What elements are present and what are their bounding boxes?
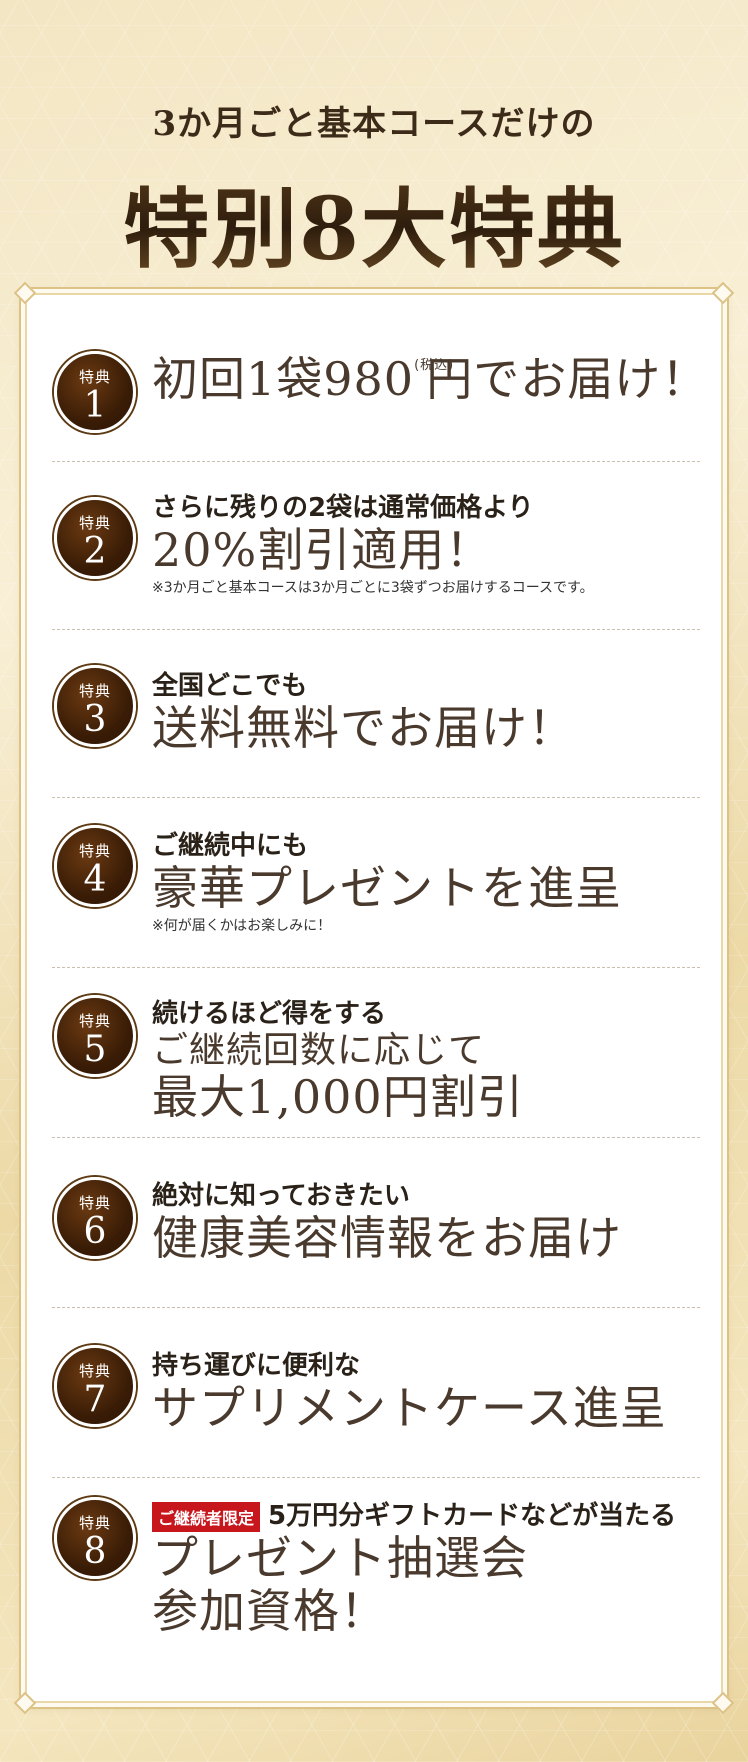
benefit-2-lead: さらに残りの2袋は通常価格より xyxy=(152,493,534,523)
benefit-badge-8: 特典 8 xyxy=(54,1497,136,1579)
benefits-panel: 特典 1 初回1袋980(税込)円でお届け！ 特典 2 さらに残りの2袋は通常価… xyxy=(13,281,735,1715)
header-subtitle: 3か月ごと基本コースだけの xyxy=(152,104,596,144)
divider xyxy=(52,1477,700,1478)
benefit-4-note: ※何が届くかはお楽しみに！ xyxy=(152,917,332,934)
divider xyxy=(52,1137,700,1138)
corner-ornament xyxy=(711,281,735,305)
benefit-8: ご継続者限定 5万円分ギフトカードなどが当たる プレゼント抽選会 参加資格！ xyxy=(152,1495,676,1638)
continuing-customer-tag: ご継続者限定 xyxy=(152,1501,261,1532)
benefit-5-text: 最大1,000円割引 xyxy=(152,1070,524,1125)
divider xyxy=(52,1307,700,1308)
benefit-2-text: 20%割引適用！ xyxy=(152,523,493,577)
benefit-3: 全国どこでも 送料無料でお届け！ xyxy=(152,665,575,755)
benefit-badge-4: 特典 4 xyxy=(54,825,136,907)
benefit-8-text2: 参加資格！ xyxy=(152,1583,387,1638)
divider xyxy=(52,797,700,798)
benefit-4-lead: ご継続中にも xyxy=(152,831,309,861)
header: 3か月ごと基本コースだけの 特別8大特典 xyxy=(0,96,748,284)
benefit-badge-2: 特典 2 xyxy=(54,497,136,579)
benefit-5: 続けるほど得をする ご継続回数に応じて 最大1,000円割引 xyxy=(152,993,524,1124)
benefit-6-text: 健康美容情報をお届け xyxy=(152,1211,622,1265)
benefit-badge-1: 特典 1 xyxy=(54,351,136,433)
corner-ornament xyxy=(711,1691,735,1715)
benefit-badge-5: 特典 5 xyxy=(54,995,136,1077)
benefit-3-lead: 全国どこでも xyxy=(152,671,308,701)
divider xyxy=(52,461,700,462)
benefit-1: 初回1袋980(税込)円でお届け！ xyxy=(152,353,708,406)
benefit-8-lead: 5万円分ギフトカードなどが当たる xyxy=(268,1501,677,1531)
benefit-5-mid: ご継続回数に応じて xyxy=(152,1030,486,1071)
benefit-5-lead: 続けるほど得をする xyxy=(152,999,387,1029)
header-title: 特別8大特典 xyxy=(0,159,748,284)
corner-ornament xyxy=(13,281,37,305)
benefit-1-suffix: 円でお届け！ xyxy=(426,352,709,406)
benefit-8-text: プレゼント抽選会 xyxy=(152,1531,528,1585)
benefit-6: 絶対に知っておきたい 健康美容情報をお届け xyxy=(152,1175,622,1265)
benefit-2: さらに残りの2袋は通常価格より 20%割引適用！ ※3か月ごと基本コースは3か月… xyxy=(152,487,594,597)
benefit-1-text: 初回1袋980 xyxy=(152,352,415,406)
divider xyxy=(52,967,700,968)
benefit-2-note: ※3か月ごと基本コースは3か月ごとに3袋ずつお届けするコースです。 xyxy=(152,579,594,596)
corner-ornament xyxy=(13,1691,37,1715)
benefit-badge-3: 特典 3 xyxy=(54,665,136,747)
benefit-badge-6: 特典 6 xyxy=(54,1177,136,1259)
benefit-7: 持ち運びに便利な サプリメントケース進呈 xyxy=(152,1345,667,1435)
benefit-6-lead: 絶対に知っておきたい xyxy=(152,1181,410,1211)
benefit-badge-7: 特典 7 xyxy=(54,1345,136,1427)
divider xyxy=(52,629,700,630)
benefit-4-text: 豪華プレゼントを進呈 xyxy=(152,861,622,915)
benefit-7-lead: 持ち運びに便利な xyxy=(152,1351,361,1381)
benefit-3-text: 送料無料でお届け！ xyxy=(152,701,575,755)
benefit-7-text: サプリメントケース進呈 xyxy=(152,1381,667,1435)
benefit-4: ご継続中にも 豪華プレゼントを進呈 ※何が届くかはお楽しみに！ xyxy=(152,825,622,935)
